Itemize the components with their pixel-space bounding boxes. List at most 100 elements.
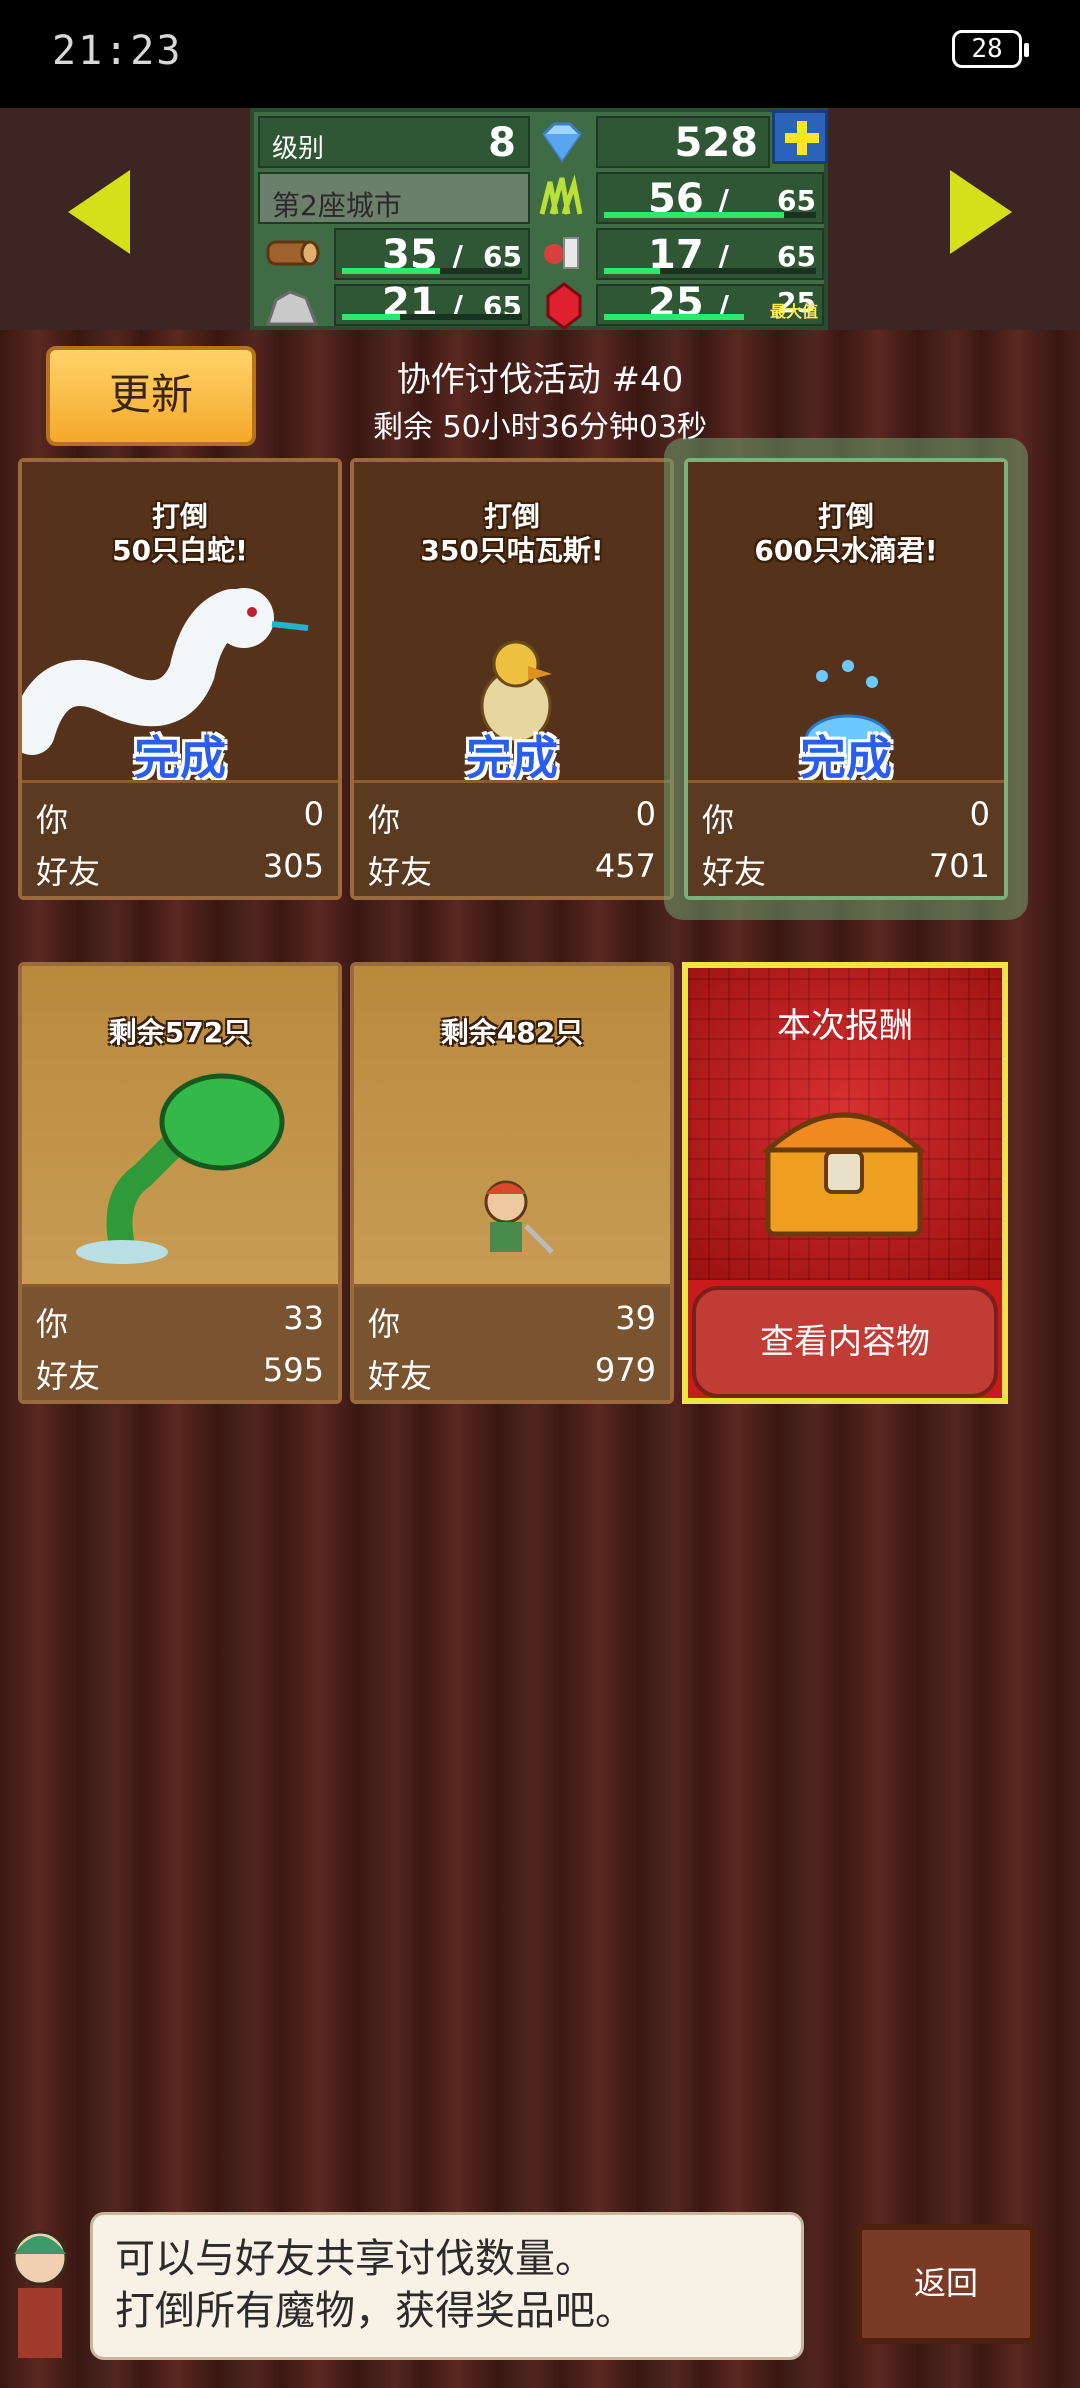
card-done-label: 完成 <box>800 731 892 785</box>
quest-card-white-snake[interactable]: 打倒 50只白蛇! 完成 你0 好友 305 <box>18 458 342 900</box>
friends-label: 好友 <box>368 853 433 891</box>
you-row: 你 33 <box>36 1299 324 1349</box>
friends-value: 457 <box>594 847 656 885</box>
friends-value: 305 <box>262 847 324 885</box>
city-cell: 第2座城市 <box>258 172 530 224</box>
level-value: 8 <box>488 120 516 166</box>
you-value: 39 <box>615 1299 656 1337</box>
event-title: 协作讨伐活动 #40 <box>396 360 684 400</box>
card-title-line1: 打倒 <box>151 500 208 533</box>
you-label: 你 <box>368 1305 401 1343</box>
gems-value: 528 <box>674 120 759 166</box>
friends-row: 好友 305 <box>36 847 324 897</box>
ore-icon <box>262 284 322 330</box>
grass-cell: 56 / 65 <box>596 172 824 224</box>
card-title-line1: 打倒 <box>817 500 874 533</box>
you-row: 你 39 <box>368 1299 656 1349</box>
gem-icon <box>538 120 586 164</box>
pirate-monster-icon <box>484 1180 554 1254</box>
status-bar: 21:23 28 <box>0 0 1080 108</box>
quest-card-plant[interactable]: 剩余572只 你 33 好友 595 <box>18 962 342 1404</box>
you-value: 0 <box>635 795 656 833</box>
card-stats: 你0 好友 305 <box>22 780 338 896</box>
you-value: 0 <box>303 795 324 833</box>
card-title-line1: 打倒 <box>483 500 540 533</box>
grass-bar <box>604 212 784 218</box>
plant-monster-icon <box>76 1073 285 1264</box>
you-value: 0 <box>969 795 990 833</box>
reward-title: 本次报酬 <box>777 1006 913 1046</box>
treasure-chest-icon <box>761 1112 927 1237</box>
food-icon <box>538 228 588 278</box>
card-stats: 你0 好友 457 <box>354 780 670 896</box>
level-label: 级别 <box>272 134 325 164</box>
refresh-button[interactable]: 更新 <box>46 346 256 446</box>
friends-label: 好友 <box>702 853 767 891</box>
battery-icon: 28 <box>952 30 1029 68</box>
ore-bar <box>342 314 400 320</box>
prev-arrow-icon[interactable] <box>68 170 130 254</box>
ore-cell: 21 / 65 <box>334 280 530 326</box>
quest-card-guwasi[interactable]: 打倒 350只咕瓦斯! 完成 你0 好友 457 <box>350 458 674 900</box>
friends-label: 好友 <box>36 853 101 891</box>
card-title-line2: 350只咕瓦斯! <box>420 534 604 567</box>
you-value: 33 <box>283 1299 324 1337</box>
wood-cell: 35 / 65 <box>334 228 530 280</box>
card-stats: 你 39 好友 979 <box>354 1284 670 1400</box>
card-art: 打倒 50只白蛇! 完成 <box>22 462 338 785</box>
card-title: 剩余482只 <box>440 1016 584 1049</box>
event-remaining-time: 剩余 50小时36分钟03秒 <box>372 410 708 445</box>
resource-panel: 级别 8 528 第2座城市 56 / 65 35 / 65 17 / 65 2… <box>250 108 828 330</box>
level-cell: 级别 8 <box>258 116 530 168</box>
friends-label: 好友 <box>368 1357 433 1395</box>
ruby-icon <box>544 282 584 330</box>
you-row: 你0 <box>702 795 990 845</box>
food-bar <box>604 268 660 274</box>
friends-label: 好友 <box>36 1357 101 1395</box>
tip-line2: 打倒所有魔物，获得奖品吧。 <box>115 2288 635 2334</box>
tip-bubble: 可以与好友共享讨伐数量。 打倒所有魔物，获得奖品吧。 <box>90 2212 804 2360</box>
you-label: 你 <box>702 801 735 839</box>
next-arrow-icon[interactable] <box>950 170 1012 254</box>
ruby-max-label: 最大值 <box>769 302 818 321</box>
friends-row: 好友 979 <box>368 1351 656 1401</box>
friends-value: 979 <box>594 1351 656 1389</box>
you-row: 你0 <box>368 795 656 845</box>
card-art: 打倒 600只水滴君! 完成 <box>688 462 1004 785</box>
card-title-line2: 600只水滴君! <box>754 534 938 567</box>
city-name: 第2座城市 <box>272 189 402 222</box>
you-label: 你 <box>36 801 69 839</box>
friends-row: 好友 701 <box>702 847 990 897</box>
card-art: 剩余482只 <box>354 966 670 1284</box>
quest-card-pirate[interactable]: 剩余482只 你 39 好友 979 <box>350 962 674 1404</box>
card-art: 剩余572只 <box>22 966 338 1284</box>
ruby-cell: 25 / 25 最大值 <box>596 280 824 326</box>
card-art: 打倒 350只咕瓦斯! 完成 <box>354 462 670 785</box>
back-button[interactable]: 返回 <box>856 2224 1036 2344</box>
wood-icon <box>262 228 322 278</box>
gems-cell: 528 <box>596 116 770 168</box>
you-label: 你 <box>36 1305 69 1343</box>
friends-value: 595 <box>262 1351 324 1389</box>
card-done-label: 完成 <box>466 731 558 785</box>
add-gems-button[interactable] <box>772 110 828 164</box>
status-time: 21:23 <box>52 28 183 74</box>
you-label: 你 <box>368 801 401 839</box>
card-title: 剩余572只 <box>108 1016 252 1049</box>
friends-row: 好友 457 <box>368 847 656 897</box>
quest-card-water-drop[interactable]: 打倒 600只水滴君! 完成 你0 好友 701 <box>684 458 1008 900</box>
friends-value: 701 <box>928 847 990 885</box>
grass-icon <box>538 174 586 220</box>
wood-bar <box>342 268 440 274</box>
card-stats: 你0 好友 701 <box>688 780 1004 896</box>
reward-panel: 本次报酬 查看内容物 <box>682 962 1008 1404</box>
card-title-line2: 50只白蛇! <box>112 534 248 567</box>
friends-row: 好友 595 <box>36 1351 324 1401</box>
food-cell: 17 / 65 <box>596 228 824 280</box>
you-row: 你0 <box>36 795 324 845</box>
card-done-label: 完成 <box>134 731 226 785</box>
tip-line1: 可以与好友共享讨伐数量。 <box>115 2236 595 2282</box>
ruby-bar <box>604 314 744 320</box>
view-contents-button[interactable]: 查看内容物 <box>692 1286 998 1398</box>
card-stats: 你 33 好友 595 <box>22 1284 338 1400</box>
